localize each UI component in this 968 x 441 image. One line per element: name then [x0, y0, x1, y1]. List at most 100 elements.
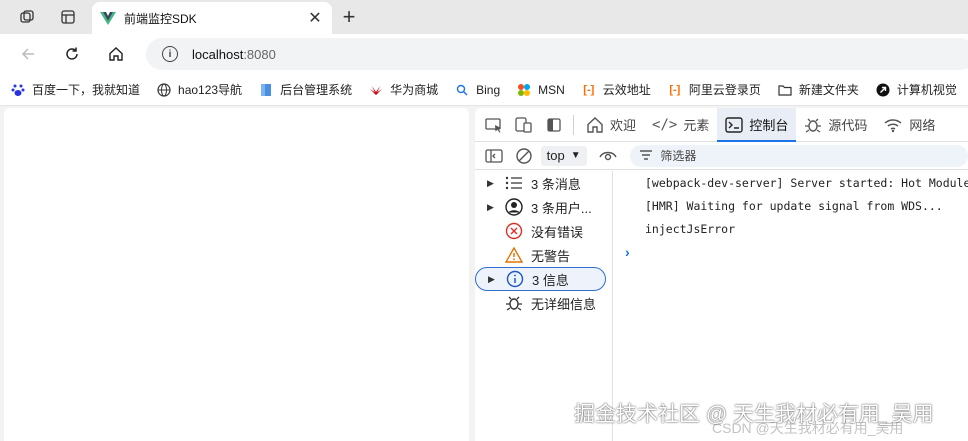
tab-sources[interactable]: 源代码 [796, 108, 875, 142]
tab-network[interactable]: 网络 [875, 108, 943, 142]
tab-label: 网络 [909, 118, 936, 133]
workspaces-icon[interactable] [14, 5, 40, 29]
bookmark-hao123[interactable]: hao123导航 [156, 81, 242, 98]
bookmark-label: 云效地址 [602, 83, 651, 97]
console-log-line[interactable]: [HMR] Waiting for update signal from WDS… [613, 194, 968, 217]
bookmarks-bar: 百度一下，我就知道 hao123导航 后台管理系统 华为商城 Bing MSN … [0, 74, 968, 106]
bug-icon [505, 294, 523, 312]
tab-active[interactable]: 前端监控SDK ✕ [92, 2, 332, 34]
sidebar-item-messages[interactable]: ▶ 3 条消息 [475, 171, 612, 195]
bookmark-huawei[interactable]: 华为商城 [368, 81, 438, 98]
live-expression-eye-icon[interactable] [595, 144, 621, 168]
list-icon [505, 174, 523, 192]
expand-arrow-icon[interactable]: ▶ [487, 178, 497, 189]
sidebar-item-info[interactable]: ▶ 3 信息 [475, 267, 606, 291]
bookmark-label: 百度一下，我就知道 [32, 83, 141, 97]
bookmark-label: 阿里云登录页 [688, 83, 761, 97]
vue-logo-icon [100, 12, 116, 25]
console-prompt-icon[interactable]: › [613, 240, 968, 264]
home-icon[interactable] [102, 41, 130, 67]
sidebar-item-user-messages[interactable]: ▶ 3 条用户... [475, 195, 612, 219]
clear-console-icon[interactable] [511, 144, 537, 168]
close-icon[interactable]: ✕ [306, 9, 324, 27]
bookmark-msn[interactable]: MSN [516, 82, 565, 98]
bookmark-aliyun-login[interactable]: [-] 阿里云登录页 [667, 81, 761, 98]
page-icon [258, 82, 274, 98]
sidebar-toggle-icon[interactable] [481, 144, 507, 168]
tab-console[interactable]: 控制台 [717, 108, 797, 142]
sidebar-item-label: 没有错误 [531, 224, 584, 240]
arrow-icon [875, 82, 891, 98]
tab-label: 控制台 [749, 118, 789, 133]
wifi-icon [883, 117, 903, 133]
sidebar-item-label: 3 条消息 [531, 176, 581, 192]
juejin-watermark: 掘金技术社区 @ 天生我材必有用_吴用 [574, 403, 934, 426]
tab-welcome[interactable]: 欢迎 [578, 108, 644, 142]
tab-label: 源代码 [828, 118, 868, 133]
devtools-tab-bar: 欢迎 </> 元素 控制台 源代码 网络 [475, 108, 968, 142]
context-selector[interactable]: top ▼ [540, 145, 587, 166]
bookmark-label: 新建文件夹 [798, 83, 859, 97]
bookmark-label: 华为商城 [390, 83, 439, 97]
bookmark-bing[interactable]: Bing [454, 82, 500, 98]
bookmark-label: 计算机视觉 [896, 83, 957, 97]
inspect-icon[interactable] [479, 108, 509, 142]
refresh-icon[interactable] [58, 41, 86, 67]
new-tab-button[interactable]: + [338, 4, 360, 29]
vertical-tabs-icon[interactable] [55, 5, 81, 29]
filter-placeholder: 筛选器 [660, 149, 697, 163]
aliyun-icon: [-] [583, 83, 595, 96]
console-log-line[interactable]: injectJsError [613, 217, 968, 240]
tab-strip: 前端监控SDK ✕ + [0, 0, 968, 34]
back-icon[interactable] [14, 41, 42, 67]
bookmark-yunxiao[interactable]: [-] 云效地址 [581, 81, 651, 98]
tab-label: 欢迎 [610, 118, 637, 133]
sidebar-item-verbose[interactable]: 无详细信息 [475, 291, 612, 315]
search-icon [454, 82, 470, 98]
navigation-bar: i localhost:8080 [0, 34, 968, 74]
sidebar-item-warnings[interactable]: 无警告 [475, 243, 612, 267]
folder-icon [777, 82, 793, 98]
sidebar-item-label: 无警告 [531, 248, 571, 264]
tab-title: 前端监控SDK [124, 11, 197, 26]
bookmark-label: MSN [538, 82, 565, 97]
code-icon: </> [652, 116, 678, 133]
expand-arrow-icon[interactable]: ▶ [487, 202, 497, 213]
user-icon [505, 198, 523, 216]
page-viewport[interactable] [4, 108, 469, 441]
bookmark-label: 后台管理系统 [280, 83, 353, 97]
sidebar-item-errors[interactable]: 没有错误 [475, 219, 612, 243]
aliyun-icon: [-] [669, 83, 681, 96]
console-icon [725, 116, 744, 133]
address-bar[interactable]: i localhost:8080 [146, 38, 968, 70]
bookmark-label: hao123导航 [178, 83, 243, 97]
address-port: :8080 [243, 46, 276, 62]
dock-side-icon[interactable] [539, 108, 569, 142]
filter-icon [640, 149, 653, 163]
toolbar-separator [573, 114, 574, 135]
filter-input[interactable]: 筛选器 [630, 144, 968, 167]
devtools-panel: 欢迎 </> 元素 控制台 源代码 网络 top ▼ 筛选器 ▶ 3 条消息 ▶… [475, 108, 968, 441]
sidebar-item-label: 3 信息 [532, 272, 569, 288]
console-log-line[interactable]: [webpack-dev-server] Server started: Hot… [613, 171, 968, 194]
tab-elements[interactable]: </> 元素 [644, 108, 717, 142]
bookmark-cv[interactable]: 计算机视觉 [875, 81, 957, 98]
info-icon [506, 270, 524, 288]
sidebar-item-label: 3 条用户... [531, 200, 592, 216]
bookmark-label: Bing [476, 82, 501, 97]
bookmark-baidu[interactable]: 百度一下，我就知道 [10, 81, 140, 98]
bookmark-folder[interactable]: 新建文件夹 [777, 81, 859, 98]
globe-icon [156, 82, 172, 98]
context-value: top [546, 148, 565, 163]
site-info-icon[interactable]: i [162, 46, 178, 62]
sidebar-item-label: 无详细信息 [531, 296, 597, 312]
device-emulation-icon[interactable] [509, 108, 539, 142]
address-host: localhost [192, 46, 244, 62]
baidu-icon [10, 82, 26, 98]
warning-icon [505, 246, 523, 264]
bug-icon [804, 116, 822, 134]
expand-arrow-icon[interactable]: ▶ [488, 274, 498, 285]
huawei-icon [368, 82, 384, 98]
home-icon [586, 116, 604, 134]
bookmark-admin[interactable]: 后台管理系统 [258, 81, 352, 98]
